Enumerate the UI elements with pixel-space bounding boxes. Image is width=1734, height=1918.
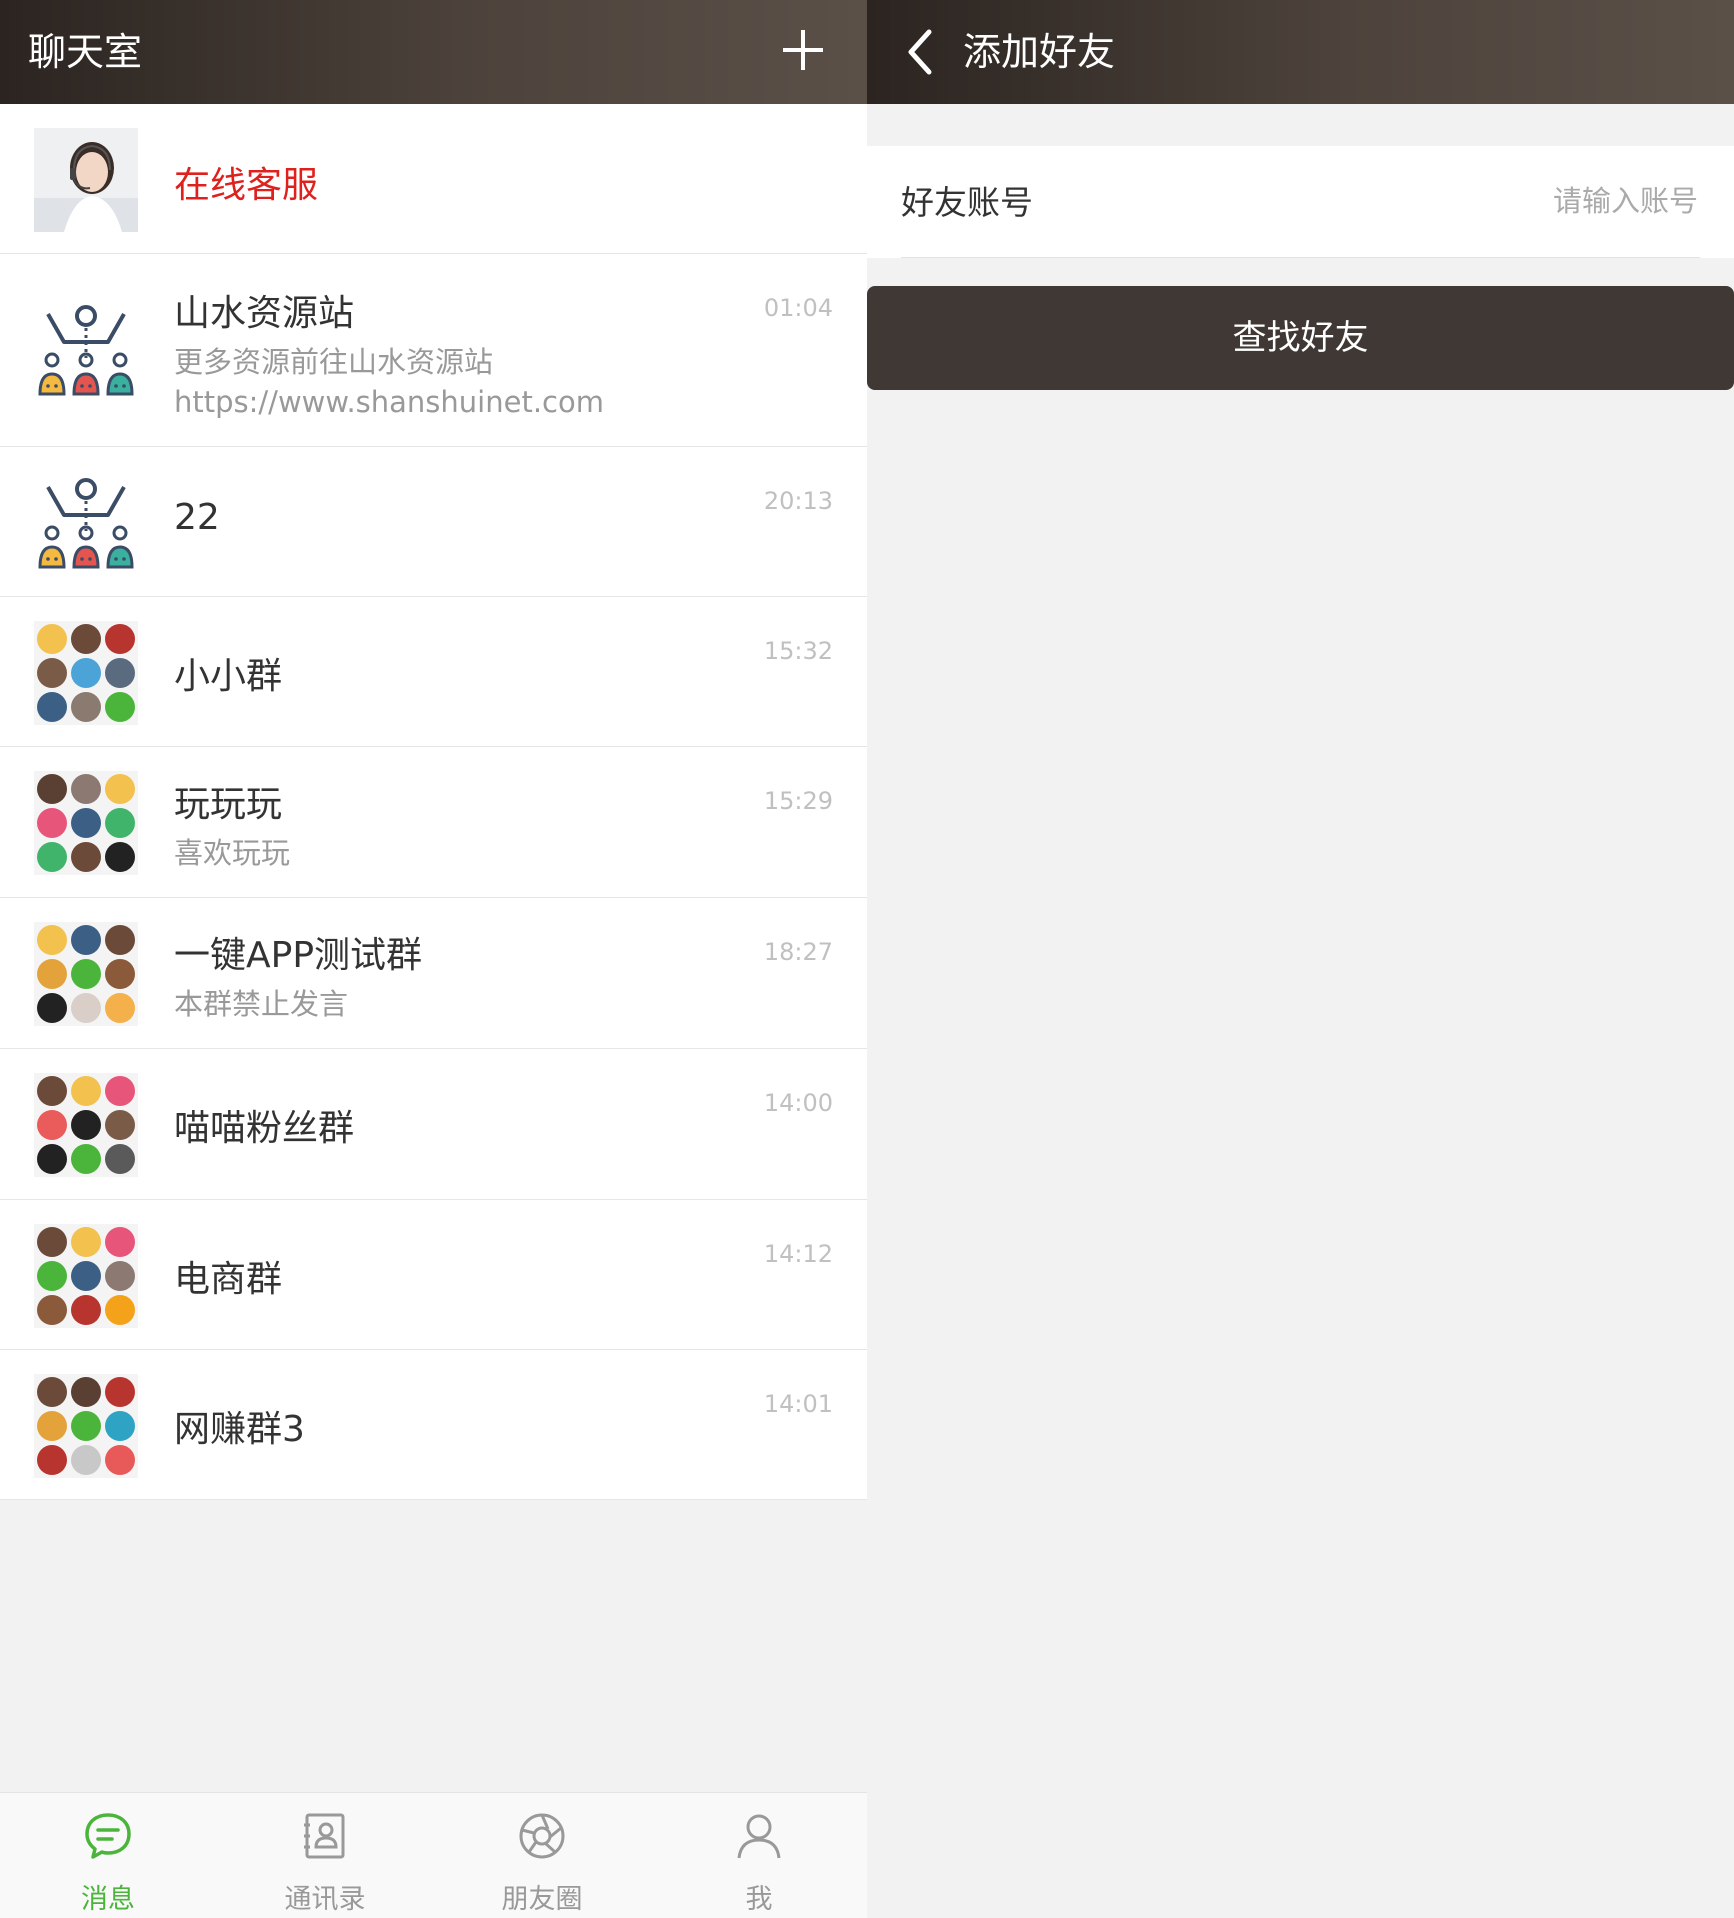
chat-last-message: 喜欢玩玩 bbox=[174, 836, 291, 870]
tab-label: 消息 bbox=[81, 1884, 135, 1915]
page-title: 聊天室 bbox=[28, 30, 143, 74]
group-collage bbox=[34, 621, 138, 725]
chat-item-online-service[interactable]: 在线客服 bbox=[0, 104, 867, 254]
chat-item-wanwanwan[interactable]: 玩玩玩 喜欢玩玩 15:29 bbox=[0, 747, 867, 898]
chat-item-wangzhuan3[interactable]: 网赚群3 14:01 bbox=[0, 1350, 867, 1500]
tab-label: 我 bbox=[745, 1884, 773, 1915]
input-divider bbox=[901, 257, 1700, 258]
tab-me[interactable]: 我 bbox=[651, 1793, 867, 1918]
page-title: 添加好友 bbox=[963, 30, 1116, 74]
chat-item-22[interactable]: 22 20:13 bbox=[0, 447, 867, 597]
chat-time: 01:04 bbox=[763, 294, 833, 322]
tab-label: 朋友圈 bbox=[501, 1884, 583, 1915]
person-icon bbox=[737, 1814, 781, 1859]
group-collage bbox=[34, 1224, 138, 1328]
chat-item-yijian-app[interactable]: 一键APP测试群 本群禁止发言 18:27 bbox=[0, 898, 867, 1049]
find-friend-button[interactable]: 查找好友 bbox=[867, 286, 1734, 390]
aperture-icon bbox=[519, 1813, 565, 1859]
group-org-icon bbox=[34, 298, 138, 402]
chat-name: 小小群 bbox=[174, 656, 283, 697]
chat-time: 15:29 bbox=[763, 787, 833, 815]
chat-list: 在线客服 山水资源站 更多资源前往山水资源站https://www.shansh… bbox=[0, 104, 867, 1500]
group-collage bbox=[34, 1073, 138, 1177]
add-friend-screen: 添加好友 好友账号 查找好友 bbox=[867, 0, 1734, 1918]
top-navigation-bar: 添加好友 bbox=[867, 0, 1734, 104]
chat-last-message: 本群禁止发言 bbox=[174, 987, 349, 1021]
tab-moments[interactable]: 朋友圈 bbox=[434, 1793, 650, 1918]
tab-messages[interactable]: 消息 bbox=[0, 1793, 216, 1918]
tab-label: 通讯录 bbox=[284, 1884, 366, 1915]
chat-time: 14:12 bbox=[763, 1240, 833, 1268]
contacts-book-icon bbox=[304, 1813, 345, 1859]
chat-name: 电商群 bbox=[174, 1259, 283, 1300]
bottom-tab-bar: 消息 通讯录 朋友圈 我 bbox=[0, 1792, 867, 1918]
chat-item-xiaoxiao[interactable]: 小小群 15:32 bbox=[0, 597, 867, 747]
chat-list-screen: 聊天室 在线客服 山水资源站 更多资源前往山水资源站https://www.sh… bbox=[0, 0, 867, 1918]
agent-photo-avatar bbox=[34, 128, 138, 232]
chat-item-shanshui[interactable]: 山水资源站 更多资源前往山水资源站https://www.shanshuinet… bbox=[0, 254, 867, 447]
chat-item-dianshang[interactable]: 电商群 14:12 bbox=[0, 1200, 867, 1350]
chat-time: 14:01 bbox=[763, 1390, 833, 1418]
chat-time: 15:32 bbox=[763, 637, 833, 665]
friend-account-label: 好友账号 bbox=[901, 183, 1033, 222]
chat-time: 14:00 bbox=[763, 1089, 833, 1117]
chat-name: 喵喵粉丝群 bbox=[174, 1108, 355, 1149]
group-collage bbox=[34, 922, 138, 1026]
chat-name: 山水资源站 bbox=[174, 293, 355, 334]
chat-name: 22 bbox=[174, 497, 220, 538]
group-collage bbox=[34, 771, 138, 875]
chat-bubble-icon bbox=[85, 1813, 131, 1859]
friend-account-input[interactable] bbox=[1296, 174, 1700, 228]
chat-name: 网赚群3 bbox=[174, 1409, 305, 1450]
chevron-left-icon[interactable] bbox=[901, 28, 941, 76]
friend-account-row: 好友账号 bbox=[867, 146, 1734, 258]
chat-time: 20:13 bbox=[763, 487, 833, 515]
top-navigation-bar: 聊天室 bbox=[0, 0, 867, 104]
chat-item-miaomiao[interactable]: 喵喵粉丝群 14:00 bbox=[0, 1049, 867, 1200]
tab-contacts[interactable]: 通讯录 bbox=[217, 1793, 433, 1918]
chat-name: 在线客服 bbox=[174, 165, 319, 206]
group-collage bbox=[34, 1374, 138, 1478]
chat-time: 18:27 bbox=[763, 938, 833, 966]
chat-name: 玩玩玩 bbox=[174, 784, 283, 825]
chat-name: 一键APP测试群 bbox=[174, 935, 423, 976]
group-org-icon bbox=[34, 471, 138, 575]
plus-icon[interactable] bbox=[783, 30, 823, 70]
chat-last-message: 更多资源前往山水资源站https://www.shanshuinet.com bbox=[174, 345, 604, 419]
